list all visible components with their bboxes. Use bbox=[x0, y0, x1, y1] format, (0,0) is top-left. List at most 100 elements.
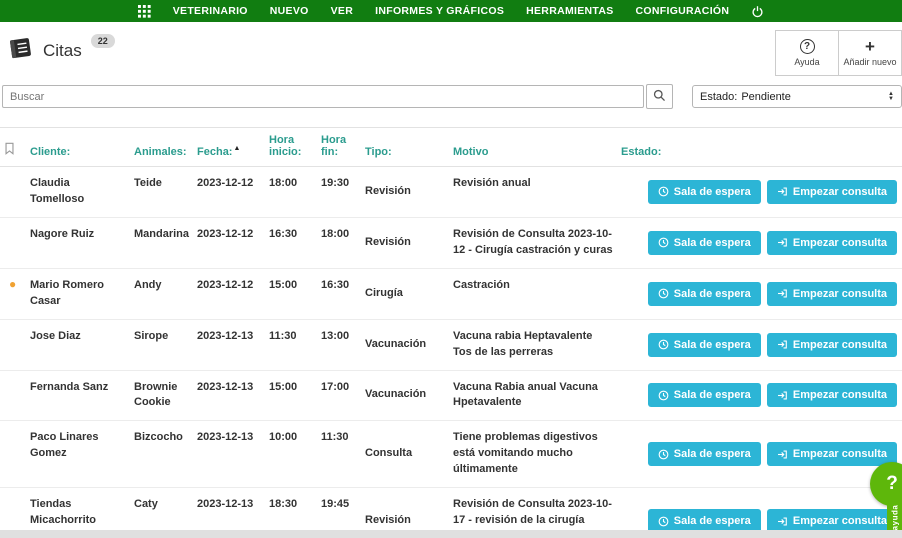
waiting-room-label: Sala de espera bbox=[674, 339, 751, 351]
search-input[interactable] bbox=[2, 85, 644, 108]
waiting-room-button[interactable]: Sala de espera bbox=[648, 509, 761, 530]
table-row: Tiendas Micachorrito Caty 2023-12-13 18:… bbox=[0, 488, 902, 530]
date-cell: 2023-12-13 bbox=[193, 488, 265, 530]
end-time-cell: 17:00 bbox=[317, 370, 361, 421]
table-row: ● Mario Romero Casar Andy 2023-12-12 15:… bbox=[0, 268, 902, 319]
client-cell: Nagore Ruiz bbox=[26, 217, 130, 268]
column-header-motivo[interactable]: Motivo bbox=[449, 128, 617, 167]
date-cell: 2023-12-12 bbox=[193, 268, 265, 319]
waiting-room-button[interactable]: Sala de espera bbox=[648, 442, 761, 466]
status-marker-icon bbox=[4, 429, 9, 443]
column-header-hora-fin[interactable]: Hora fin: bbox=[317, 128, 361, 167]
estado-filter-select[interactable]: Estado: Pendiente ▲ ▼ bbox=[692, 85, 902, 108]
start-consult-button[interactable]: Empezar consulta bbox=[767, 333, 897, 357]
start-time-cell: 18:00 bbox=[265, 167, 317, 218]
nav-item-herramientas[interactable]: HERRAMIENTAS bbox=[526, 5, 613, 17]
waiting-room-button[interactable]: Sala de espera bbox=[648, 282, 761, 306]
waiting-room-button[interactable]: Sala de espera bbox=[648, 333, 761, 357]
waiting-room-label: Sala de espera bbox=[674, 389, 751, 401]
power-icon[interactable] bbox=[751, 5, 764, 18]
table-row: Fernanda Sanz Brownie Cookie 2023-12-13 … bbox=[0, 370, 902, 421]
appointments-book-icon bbox=[8, 36, 34, 65]
table-row: Claudia Tomelloso Teide 2023-12-12 18:00… bbox=[0, 167, 902, 218]
start-consult-button[interactable]: Empezar consulta bbox=[767, 231, 897, 255]
help-icon: ? bbox=[800, 39, 815, 54]
waiting-room-button[interactable]: Sala de espera bbox=[648, 231, 761, 255]
type-cell: Consulta bbox=[361, 421, 449, 488]
marker-cell bbox=[0, 421, 26, 488]
actions-cell: Sala de espera Empezar consulta bbox=[617, 319, 902, 370]
start-time-cell: 15:00 bbox=[265, 268, 317, 319]
column-header-cliente[interactable]: Cliente: bbox=[26, 128, 130, 167]
animal-cell: Mandarina bbox=[130, 217, 193, 268]
help-button[interactable]: ? Ayuda bbox=[775, 30, 839, 76]
reason-cell: Revisión de Consulta 2023-10-17 - revisi… bbox=[449, 488, 617, 530]
search-button[interactable] bbox=[646, 84, 673, 109]
client-cell: Jose Diaz bbox=[26, 319, 130, 370]
floating-help-label: ayuda bbox=[890, 504, 899, 530]
start-consult-label: Empezar consulta bbox=[793, 389, 887, 401]
floating-help-widget: ? ayuda bbox=[856, 458, 902, 538]
start-consult-label: Empezar consulta bbox=[793, 237, 887, 249]
nav-item-informes[interactable]: INFORMES Y GRÁFICOS bbox=[375, 5, 504, 17]
count-badge: 22 bbox=[91, 34, 115, 48]
marker-cell: ● bbox=[0, 268, 26, 319]
clock-icon bbox=[658, 339, 669, 350]
main-content: Citas 22 ? Ayuda + Añadir nuevo bbox=[0, 22, 902, 530]
start-consult-button[interactable]: Empezar consulta bbox=[767, 180, 897, 204]
client-cell: Claudia Tomelloso bbox=[26, 167, 130, 218]
search-bar: Estado: Pendiente ▲ ▼ bbox=[0, 78, 902, 109]
column-header-fecha[interactable]: Fecha:▲ bbox=[193, 128, 265, 167]
clock-icon bbox=[658, 288, 669, 299]
reason-cell: Castración bbox=[449, 268, 617, 319]
waiting-room-label: Sala de espera bbox=[674, 515, 751, 527]
date-cell: 2023-12-13 bbox=[193, 421, 265, 488]
date-cell: 2023-12-13 bbox=[193, 319, 265, 370]
end-time-cell: 11:30 bbox=[317, 421, 361, 488]
client-cell: Mario Romero Casar bbox=[26, 268, 130, 319]
nav-item-nuevo[interactable]: NUEVO bbox=[270, 5, 309, 17]
waiting-room-label: Sala de espera bbox=[674, 186, 751, 198]
column-header-tipo[interactable]: Tipo: bbox=[361, 128, 449, 167]
animal-cell: Brownie Cookie bbox=[130, 370, 193, 421]
waiting-room-label: Sala de espera bbox=[674, 448, 751, 460]
reason-cell: Tiene problemas digestivos está vomitand… bbox=[449, 421, 617, 488]
appointments-table: Cliente: Animales: Fecha:▲ Hora inicio: … bbox=[0, 127, 902, 530]
top-navbar: VETERINARIO NUEVO VER INFORMES Y GRÁFICO… bbox=[0, 0, 902, 22]
select-arrows-icon: ▲ ▼ bbox=[888, 92, 894, 102]
start-time-cell: 15:00 bbox=[265, 370, 317, 421]
nav-item-veterinario[interactable]: VETERINARIO bbox=[173, 5, 248, 17]
search-icon bbox=[653, 89, 666, 105]
waiting-room-button[interactable]: Sala de espera bbox=[648, 383, 761, 407]
reason-cell: Vacuna rabia Heptavalente Tos de las per… bbox=[449, 319, 617, 370]
reason-cell: Revisión de Consulta 2023-10-12 - Cirugí… bbox=[449, 217, 617, 268]
waiting-room-label: Sala de espera bbox=[674, 288, 751, 300]
actions-cell: Sala de espera Empezar consulta bbox=[617, 268, 902, 319]
estado-filter-value: Pendiente bbox=[741, 91, 791, 103]
table-row: Jose Diaz Sirope 2023-12-13 11:30 13:00 … bbox=[0, 319, 902, 370]
marker-cell bbox=[0, 488, 26, 530]
column-header-hora-inicio[interactable]: Hora inicio: bbox=[265, 128, 317, 167]
client-cell: Paco Linares Gomez bbox=[26, 421, 130, 488]
clock-icon bbox=[658, 237, 669, 248]
apps-grid-icon[interactable] bbox=[138, 5, 151, 18]
column-header-estado[interactable]: Estado: bbox=[617, 128, 902, 167]
nav-item-configuracion[interactable]: CONFIGURACIÓN bbox=[636, 5, 730, 17]
waiting-room-button[interactable]: Sala de espera bbox=[648, 180, 761, 204]
start-time-cell: 10:00 bbox=[265, 421, 317, 488]
start-consult-button[interactable]: Empezar consulta bbox=[767, 383, 897, 407]
type-cell: Revisión bbox=[361, 217, 449, 268]
add-new-button[interactable]: + Añadir nuevo bbox=[838, 30, 902, 76]
start-consult-button[interactable]: Empezar consulta bbox=[767, 282, 897, 306]
end-time-cell: 18:00 bbox=[317, 217, 361, 268]
type-cell: Vacunación bbox=[361, 319, 449, 370]
type-cell: Revisión bbox=[361, 488, 449, 530]
page-bottom-strip bbox=[0, 530, 902, 538]
clock-icon bbox=[658, 516, 669, 527]
nav-item-ver[interactable]: VER bbox=[331, 5, 354, 17]
bookmark-icon bbox=[4, 146, 15, 158]
column-header-animales[interactable]: Animales: bbox=[130, 128, 193, 167]
animal-cell: Bizcocho bbox=[130, 421, 193, 488]
animal-cell: Caty bbox=[130, 488, 193, 530]
status-marker-icon bbox=[4, 379, 9, 393]
